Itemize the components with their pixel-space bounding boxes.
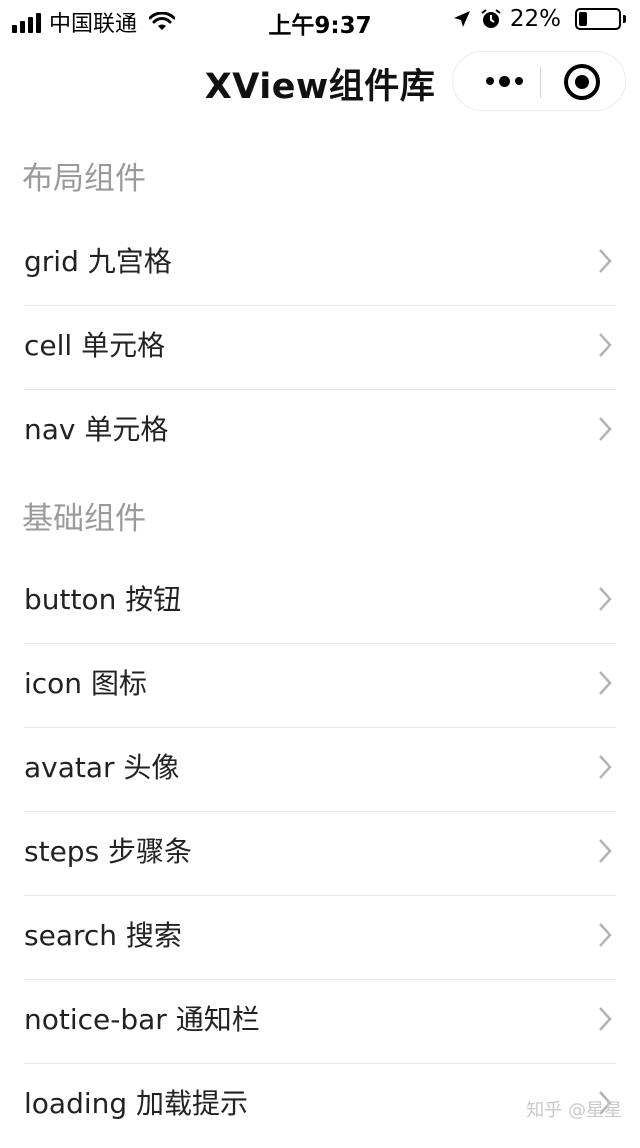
chevron-right-icon: [598, 922, 612, 948]
list-item-label: steps 步骤条: [24, 830, 192, 870]
section-basic-items: button 按钮 icon 图标 avatar 头像 steps 步骤条 se…: [0, 560, 640, 1148]
list-item-label: notice-bar 通知栏: [24, 998, 260, 1038]
chevron-right-icon: [598, 248, 612, 274]
list-item-icon[interactable]: icon 图标: [24, 644, 616, 728]
list-item-label: loading 加载提示: [24, 1082, 248, 1122]
chevron-right-icon: [598, 416, 612, 442]
list-item-grid[interactable]: grid 九宫格: [24, 222, 616, 306]
list-item-notice-bar[interactable]: notice-bar 通知栏: [24, 980, 616, 1064]
list-item-label: search 搜索: [24, 914, 182, 954]
list-item-label: icon 图标: [24, 662, 147, 702]
list-item-label: cell 单元格: [24, 324, 165, 364]
chevron-right-icon: [598, 1006, 612, 1032]
more-menu-button[interactable]: [475, 52, 533, 110]
section-title-layout: 布局组件: [0, 120, 640, 222]
zhihu-watermark: 知乎 @星星: [526, 1096, 622, 1122]
list-item-label: grid 九宫格: [24, 240, 172, 280]
list-item-search[interactable]: search 搜索: [24, 896, 616, 980]
list-item-avatar[interactable]: avatar 头像: [24, 728, 616, 812]
battery-icon: [575, 8, 626, 30]
chevron-right-icon: [598, 332, 612, 358]
mini-program-capsule: [452, 51, 626, 111]
chevron-right-icon: [598, 670, 612, 696]
capsule-divider: [540, 66, 541, 98]
list-item-label: button 按钮: [24, 578, 181, 618]
list-item-label: nav 单元格: [24, 408, 168, 448]
list-item-steps[interactable]: steps 步骤条: [24, 812, 616, 896]
alarm-icon: [480, 8, 502, 30]
list-item-button[interactable]: button 按钮: [24, 560, 616, 644]
section-layout-items: grid 九宫格 cell 单元格 nav 单元格: [0, 222, 640, 474]
list-item-cell[interactable]: cell 单元格: [24, 306, 616, 390]
status-bar: 中国联通 上午9:37 22%: [0, 0, 640, 42]
chevron-right-icon: [598, 838, 612, 864]
list-item-label: avatar 头像: [24, 746, 179, 786]
section-title-basic: 基础组件: [0, 474, 640, 560]
close-target-button[interactable]: [564, 64, 600, 100]
chevron-right-icon: [598, 754, 612, 780]
battery-percent: 22%: [510, 6, 561, 32]
status-right: 22%: [452, 6, 626, 32]
navigation-bar: XView组件库: [0, 42, 640, 120]
location-arrow-icon: [452, 9, 472, 29]
component-list: 布局组件 grid 九宫格 cell 单元格 nav 单元格 基础组件 butt…: [0, 120, 640, 1148]
list-item-nav[interactable]: nav 单元格: [24, 390, 616, 474]
chevron-right-icon: [598, 586, 612, 612]
